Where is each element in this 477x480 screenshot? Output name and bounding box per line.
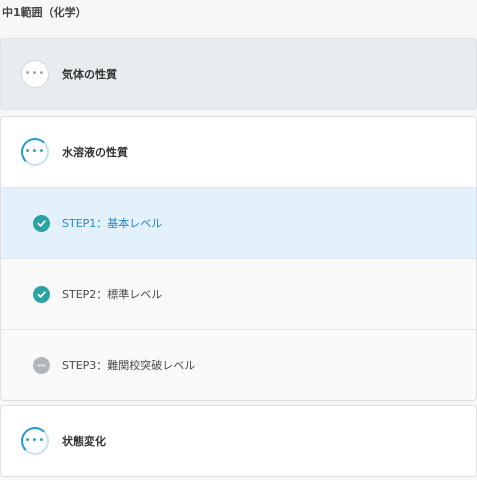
more-dots-icon: ••• xyxy=(21,60,49,88)
unit-row-state-change[interactable]: ••• 状態変化 xyxy=(1,406,476,476)
unit-card-gas: ••• 気体の性質 xyxy=(0,38,477,110)
step-row-1[interactable]: STEP1：基本レベル xyxy=(1,187,476,258)
step-label: STEP3：難関校突破レベル xyxy=(62,359,196,372)
unit-row-solution[interactable]: ••• 水溶液の性質 xyxy=(1,117,476,187)
check-circle-icon xyxy=(33,214,50,232)
check-circle-icon xyxy=(33,285,50,303)
unit-title: 気体の性質 xyxy=(62,68,117,81)
step-label: STEP2：標準レベル xyxy=(62,288,163,301)
step-row-2[interactable]: STEP2：標準レベル xyxy=(1,258,476,329)
unit-title: 状態変化 xyxy=(62,435,106,448)
unit-card-state-change: ••• 状態変化 xyxy=(0,405,477,477)
unit-card-solution: ••• 水溶液の性質 STEP1：基本レベル STEP2：標準レベル STEP3… xyxy=(0,116,477,401)
step-row-3[interactable]: STEP3：難関校突破レベル xyxy=(1,329,476,400)
step-label: STEP1：基本レベル xyxy=(62,217,163,230)
more-dots-icon xyxy=(33,356,50,374)
unit-row-gas[interactable]: ••• 気体の性質 xyxy=(1,39,476,109)
section-title: 中1範囲（化学） xyxy=(2,6,87,19)
progress-dots-icon: ••• xyxy=(21,427,49,455)
progress-dots-icon: ••• xyxy=(21,138,49,166)
unit-title: 水溶液の性質 xyxy=(62,146,128,159)
